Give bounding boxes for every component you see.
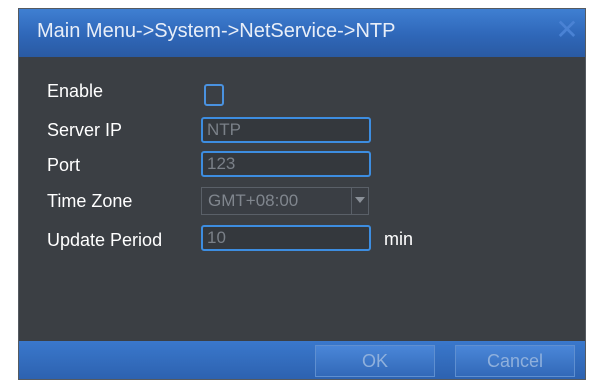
enable-label: Enable [47, 81, 104, 101]
time-zone-value: GMT+08:00 [208, 191, 299, 210]
time-zone-select[interactable]: GMT+08:00 [201, 187, 369, 215]
server-ip-field[interactable]: NTP [201, 117, 371, 143]
close-icon[interactable]: ✕ [553, 15, 581, 45]
port-field[interactable]: 123 [201, 151, 371, 177]
ntp-dialog: Main Menu->System->NetService->NTP ✕ Ena… [18, 8, 586, 380]
ok-button[interactable]: OK [315, 345, 435, 377]
update-period-field[interactable]: 10 [201, 225, 371, 251]
update-period-label: Update Period [47, 230, 163, 250]
enable-checkbox[interactable] [204, 84, 224, 106]
update-period-unit: min [384, 229, 414, 249]
title-bar: Main Menu->System->NetService->NTP ✕ [19, 9, 585, 57]
window-title: Main Menu->System->NetService->NTP [37, 20, 396, 42]
time-zone-label: Time Zone [47, 191, 133, 211]
dialog-footer: OK Cancel [19, 341, 585, 379]
server-ip-label: Server IP [47, 120, 123, 140]
cancel-button[interactable]: Cancel [455, 345, 575, 377]
port-label: Port [47, 155, 81, 175]
chevron-down-icon[interactable] [351, 188, 368, 214]
